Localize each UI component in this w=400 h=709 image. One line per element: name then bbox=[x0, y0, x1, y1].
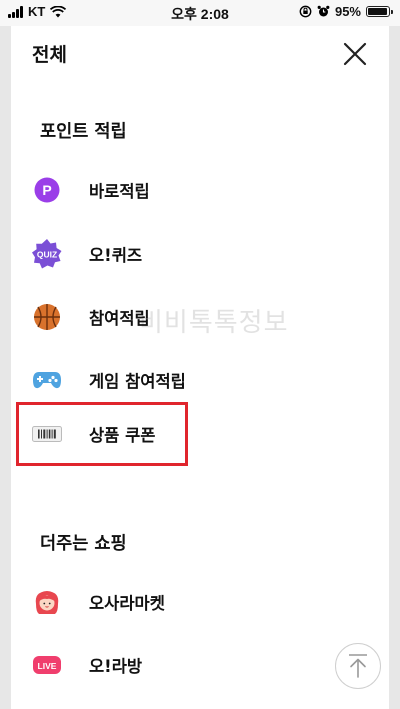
arrow-up-icon bbox=[349, 654, 367, 678]
menu-item-label: 게임 참여적립 bbox=[89, 372, 186, 391]
menu-item-instant-point[interactable]: P 바로적립 bbox=[31, 167, 371, 213]
menu-item-label: 바로적립 bbox=[89, 182, 150, 201]
basketball-icon bbox=[31, 301, 63, 333]
menu-item-label: 오사라마켓 bbox=[89, 594, 165, 613]
quiz-icon: QUIZ bbox=[31, 238, 63, 270]
battery-percent: 95% bbox=[334, 4, 361, 19]
close-icon[interactable] bbox=[341, 40, 369, 68]
alarm-icon bbox=[317, 5, 330, 17]
rotation-lock-icon bbox=[299, 5, 312, 18]
live-icon-text: LIVE bbox=[38, 661, 57, 671]
highlight-box bbox=[16, 402, 188, 466]
menu-item-label: 오!라방 bbox=[89, 657, 143, 676]
menu-item-osara-market[interactable]: 오사라마켓 bbox=[31, 579, 371, 625]
quiz-icon-text: QUIZ bbox=[37, 250, 57, 260]
battery-icon bbox=[366, 6, 393, 17]
p-point-icon-text: P bbox=[42, 182, 51, 198]
market-girl-icon bbox=[31, 586, 63, 618]
menu-item-label: 오!퀴즈 bbox=[89, 246, 143, 265]
menu-item-game[interactable]: 게임 참여적립 bbox=[31, 357, 371, 403]
page-title: 전체 bbox=[32, 44, 67, 66]
menu-item-live[interactable]: LIVE 오!라방 bbox=[31, 642, 371, 688]
section-title-shopping: 더주는 쇼핑 bbox=[40, 534, 127, 554]
p-point-icon: P bbox=[31, 174, 63, 206]
menu-item-label: 참여적립 bbox=[89, 309, 150, 328]
section-title-point: 포인트 적립 bbox=[40, 122, 127, 142]
status-bar: KT 오후 2:08 95% bbox=[0, 0, 400, 26]
menu-item-participate[interactable]: 참여적립 bbox=[31, 294, 371, 340]
live-icon: LIVE bbox=[31, 649, 63, 681]
menu-panel: 전체 비비톡톡정보 포인트 적립 P 바로적립 QUIZ 오!퀴즈 참여적립 게… bbox=[11, 26, 389, 709]
status-right: 95% bbox=[299, 4, 393, 19]
menu-item-quiz[interactable]: QUIZ 오!퀴즈 bbox=[31, 231, 371, 277]
gamepad-icon bbox=[31, 364, 63, 396]
scroll-top-button[interactable] bbox=[335, 643, 381, 689]
